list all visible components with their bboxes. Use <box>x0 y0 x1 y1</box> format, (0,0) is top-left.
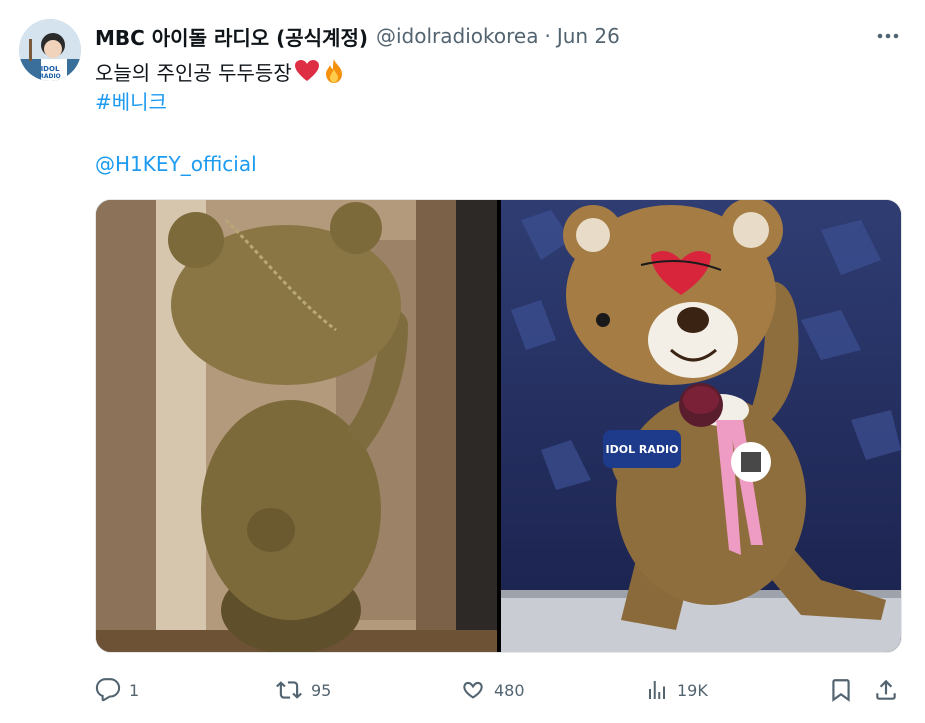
tweet-date[interactable]: Jun 26 <box>557 24 620 48</box>
retweet-count: 95 <box>311 680 332 700</box>
retweet-icon <box>275 677 303 703</box>
media-grid: IDOL RADIO <box>95 199 902 653</box>
reply-button[interactable]: 1 <box>95 676 139 704</box>
views-count: 19K <box>677 680 708 700</box>
views-button[interactable]: 19K <box>645 676 708 704</box>
tweet-actions: 1 95 480 19K <box>95 676 905 704</box>
retweet-button[interactable]: 95 <box>275 676 331 704</box>
mention-link[interactable]: @H1KEY_official <box>95 150 257 178</box>
tweet-text: 오늘의 주인공 두두등장 <box>95 58 346 91</box>
fire-emoji <box>322 58 346 91</box>
idol-radio-badge-text: IDOL RADIO <box>606 443 679 456</box>
hashtag-link[interactable]: #베니크 <box>95 88 167 116</box>
like-icon <box>460 677 486 703</box>
bear-mascot-front-photo[interactable]: IDOL RADIO <box>501 200 901 652</box>
avatar[interactable]: IDOL RADIO <box>19 19 81 81</box>
tweet-text-line: 오늘의 주인공 두두등장 <box>95 61 292 85</box>
bookmark-icon <box>828 677 854 703</box>
user-handle[interactable]: @idolradiokorea <box>376 24 538 48</box>
views-icon <box>645 677 669 703</box>
more-options-icon[interactable] <box>873 24 903 48</box>
tweet-header: MBC 아이돌 라디오 (공식계정) @idolradiokorea · Jun… <box>95 22 620 50</box>
like-button[interactable]: 480 <box>460 676 525 704</box>
like-count: 480 <box>494 680 525 700</box>
tweet: IDOL RADIO MBC 아이돌 라디오 (공식계정) @idolradio… <box>0 0 925 723</box>
red-heart-emoji <box>294 59 320 90</box>
svg-text:RADIO: RADIO <box>39 73 61 80</box>
display-name[interactable]: MBC 아이돌 라디오 (공식계정) <box>95 22 368 51</box>
share-button[interactable] <box>873 676 899 704</box>
bookmark-button[interactable] <box>828 676 854 704</box>
reply-icon <box>95 677 121 703</box>
svg-text:IDOL: IDOL <box>41 65 60 73</box>
share-icon <box>873 677 899 703</box>
bear-mascot-back-photo[interactable] <box>96 200 497 652</box>
separator-dot: · <box>544 24 551 48</box>
reply-count: 1 <box>129 680 140 700</box>
